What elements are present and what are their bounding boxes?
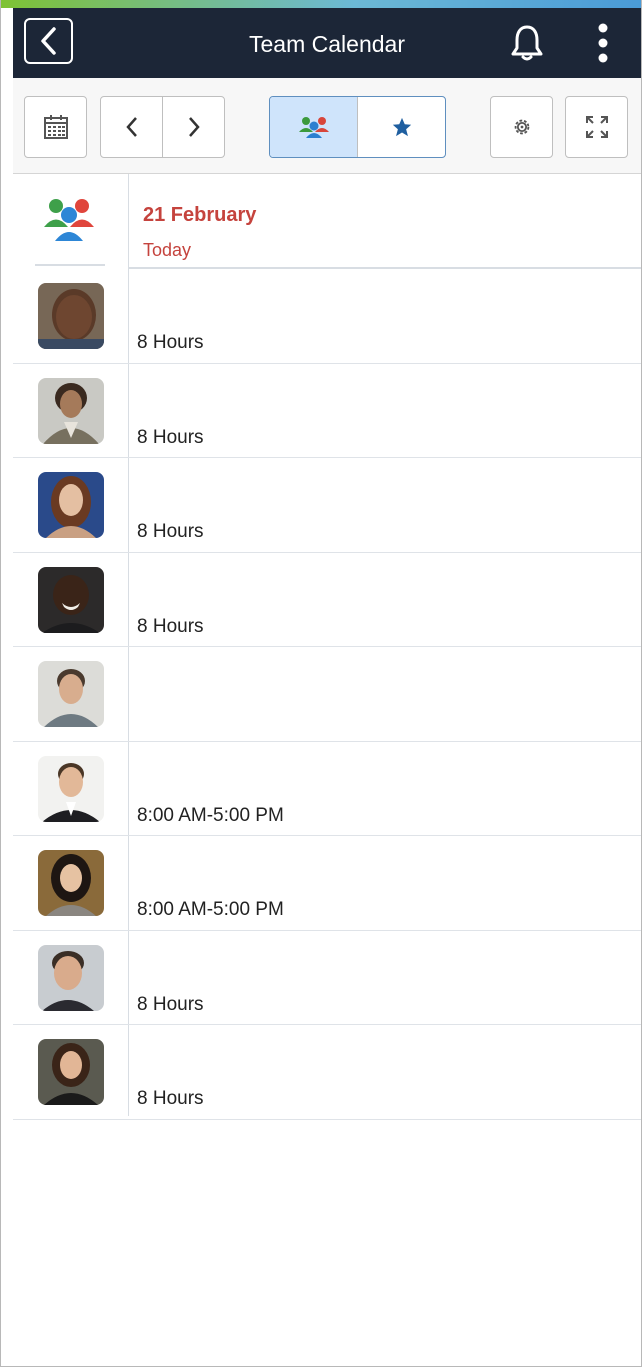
favorites-view-button[interactable] (357, 97, 445, 157)
employee-avatar[interactable] (38, 661, 104, 727)
team-calendar-page: Team Calendar 21 February Today 8 Hours … (0, 0, 642, 1367)
employee-avatar[interactable] (38, 850, 104, 916)
employee-avatar[interactable] (38, 283, 104, 349)
actions-menu-button[interactable] (593, 22, 613, 64)
employee-avatar[interactable] (38, 1039, 104, 1105)
team-icon (298, 117, 329, 138)
team-calendar-list: 21 February Today 8 Hours 8 Hours 8 Hour… (13, 174, 641, 1120)
employee-avatar[interactable] (38, 755, 104, 822)
accent-strip (1, 0, 641, 8)
chevron-left-icon (125, 117, 137, 137)
list-item[interactable]: 8 Hours (13, 553, 641, 647)
list-item[interactable]: 8:00 AM-5:00 PM (13, 836, 641, 931)
current-date: 21 February (143, 204, 257, 226)
employee-avatar[interactable] (38, 944, 104, 1011)
employee-avatar[interactable] (38, 377, 104, 444)
team-view-button[interactable] (270, 97, 357, 157)
employee-avatar[interactable] (38, 566, 104, 633)
schedule-value: 8 Hours (137, 426, 204, 448)
expand-icon (585, 116, 608, 138)
header-underline (35, 264, 105, 266)
calendar-picker-button[interactable] (24, 96, 87, 158)
employee-avatar[interactable] (38, 472, 104, 538)
next-date-button[interactable] (162, 97, 224, 157)
settings-button[interactable] (490, 96, 553, 158)
app-header: Team Calendar (13, 8, 641, 78)
gear-icon (514, 119, 529, 135)
list-item[interactable]: 8 Hours (13, 931, 641, 1025)
schedule-value: 8 Hours (137, 332, 204, 353)
list-item[interactable]: 8 Hours (13, 364, 641, 458)
more-vertical-icon (598, 23, 608, 63)
schedule-value: 8 Hours (137, 615, 204, 637)
date-navigation (100, 96, 225, 158)
calendar-toolbar (13, 78, 641, 174)
list-item[interactable]: 8 Hours (13, 458, 641, 553)
today-label: Today (143, 240, 192, 260)
list-item[interactable]: 8 Hours (13, 1025, 641, 1120)
page-title: Team Calendar (249, 31, 405, 57)
view-toggle (269, 96, 446, 158)
schedule-value: 8 Hours (137, 993, 204, 1015)
calendar-icon (43, 115, 68, 139)
list-item[interactable]: 8:00 AM-5:00 PM (13, 742, 641, 836)
schedule-value: 8:00 AM-5:00 PM (137, 899, 284, 920)
previous-date-button[interactable] (101, 97, 162, 157)
list-item[interactable]: 8 Hours (13, 269, 641, 364)
star-icon (392, 117, 411, 137)
chevron-right-icon (188, 117, 200, 137)
notifications-button[interactable] (510, 24, 544, 62)
schedule-value: 8 Hours (137, 1088, 204, 1109)
list-item[interactable] (13, 647, 641, 742)
expand-button[interactable] (565, 96, 628, 158)
bell-icon (511, 25, 543, 61)
schedule-value: 8:00 AM-5:00 PM (137, 804, 284, 826)
date-header: 21 February Today (13, 174, 641, 269)
schedule-value: 8 Hours (137, 521, 204, 542)
team-icon (44, 199, 94, 241)
